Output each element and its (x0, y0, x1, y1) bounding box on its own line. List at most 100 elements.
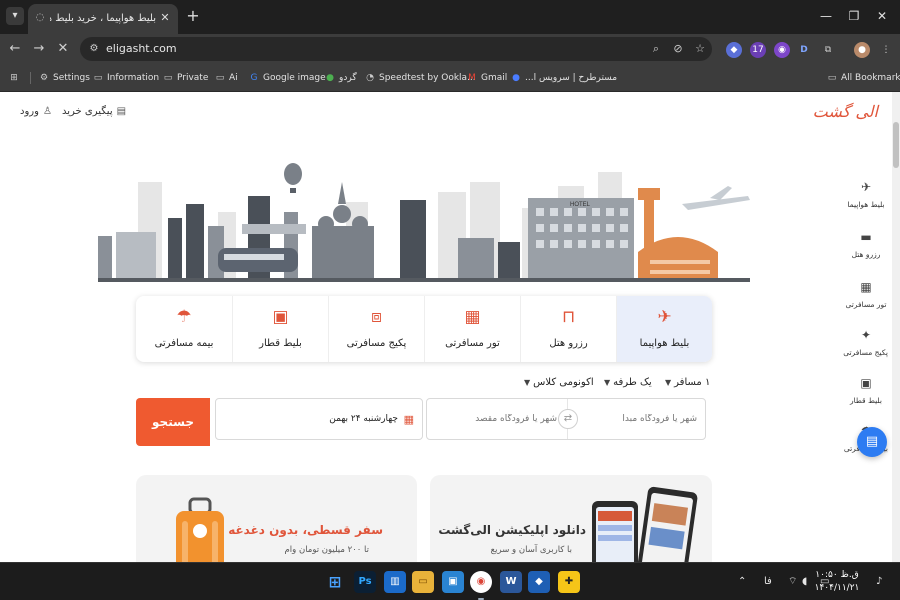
zoom-icon[interactable]: ⌕ (648, 41, 664, 57)
tab-insurance[interactable]: ☂ بیمه مسافرتی (136, 296, 232, 362)
site-info-icon[interactable]: ⚙ (86, 41, 102, 57)
sidenav-flight[interactable]: ✈ بلیط هواپیما (844, 180, 888, 209)
purple-extension-icon[interactable]: ◉ (774, 42, 790, 58)
yellow-app-icon[interactable]: ✚ (558, 571, 580, 593)
destination-input[interactable] (431, 414, 557, 424)
service-tabs: ✈ بلیط هواپیما ⊓ رزرو هتل ▦ تور مسافرتی … (136, 296, 712, 362)
scrollbar-thumb[interactable] (893, 122, 899, 168)
google-icon: G (250, 73, 258, 83)
origin-input[interactable] (571, 414, 697, 424)
wifi-icon[interactable]: ⌔ (788, 575, 797, 589)
tab-tour[interactable]: ▦ تور مسافرتی (424, 296, 520, 362)
installment-promo-subtitle: تا ۲۰۰ میلیون تومان وام (284, 545, 369, 555)
tab-close-icon[interactable]: ✕ (158, 11, 172, 25)
support-chat-button[interactable]: ▤ (857, 427, 887, 457)
menu-kebab-icon[interactable]: ⋮ (878, 42, 894, 58)
minimize-button[interactable]: — (812, 6, 840, 26)
chrome-icon[interactable]: ◉ (470, 571, 492, 593)
bookmark-settings[interactable]: ⚙ Settings (38, 71, 90, 85)
sidenav-package[interactable]: ✦ پکیج مسافرتی (843, 328, 888, 357)
trello-icon[interactable]: ▥ (384, 571, 406, 593)
bookmark-private[interactable]: ▭ Private (162, 71, 209, 85)
train-icon: ▣ (860, 376, 872, 390)
d-extension-icon[interactable]: D (796, 42, 812, 58)
tab-hotel[interactable]: ⊓ رزرو هتل (520, 296, 616, 362)
cabin-class-dropdown[interactable]: اکونومی کلاس▼ (524, 377, 594, 388)
start-windows-icon[interactable]: ⊞ (324, 571, 346, 593)
package-icon: ✦ (860, 328, 872, 342)
shield-extension-icon[interactable]: ◆ (726, 42, 742, 58)
app-promo-subtitle: با کاربری آسان و سریع (490, 545, 572, 555)
train-icon: ▣ (272, 307, 289, 327)
bookmark-mastertarh[interactable]: ● ...مسترطرح | سرویس ا (510, 71, 617, 85)
swap-route-icon[interactable]: ⇄ (558, 409, 578, 429)
bookmark-gmail[interactable]: M Gmail (466, 71, 507, 85)
sidenav-tour[interactable]: ▦ تور مسافرتی (844, 280, 888, 309)
back-arrow-icon[interactable]: ← (6, 40, 24, 58)
profile-avatar[interactable]: ● (854, 42, 870, 58)
bookmark-star-icon[interactable]: ☆ (692, 41, 708, 57)
puzzle-extensions-icon[interactable]: ⧉ (820, 42, 836, 58)
bookmark-google-image[interactable]: G Google image (248, 71, 326, 85)
bookmark-information[interactable]: ▭ Information (92, 71, 159, 85)
page-scrollbar[interactable] (892, 92, 900, 562)
departure-date-field[interactable]: ▦ چهارشنبه ۲۴ بهمن (215, 398, 423, 440)
tab-package[interactable]: ⧈ پکیج مسافرتی (328, 296, 424, 362)
volume-icon[interactable]: ◖ (802, 575, 807, 589)
tab-search-button[interactable]: ▾ (6, 7, 24, 25)
eye-off-icon[interactable]: ⊘ (670, 41, 686, 57)
app-download-promo[interactable]: دانلود اپلیکیشن الی‌گشت با کاربری آسان و… (430, 475, 712, 562)
calendar-icon: ▦ (403, 413, 414, 426)
restore-button[interactable]: ❐ (840, 6, 868, 26)
clock-time: ۱۰:۵۰ ق.ظ (815, 570, 859, 580)
trip-type-dropdown[interactable]: یک طرفه▼ (604, 377, 652, 388)
word-icon[interactable]: W (500, 571, 522, 593)
system-clock[interactable]: ۱۰:۵۰ ق.ظ ۱۴۰۴/۱۱/۲۱ (812, 569, 862, 595)
close-window-button[interactable]: ✕ (868, 6, 896, 26)
tab-train[interactable]: ▣ بلیط قطار (232, 296, 328, 362)
hotel-sign: HOTEL (570, 202, 591, 208)
package-icon: ⧈ (371, 307, 382, 327)
gmail-icon: M (468, 73, 476, 83)
bookmark-gerdoo[interactable]: ● گردو (324, 71, 357, 85)
url-text[interactable]: eligasht.com (106, 42, 177, 55)
new-tab-button[interactable]: + (184, 7, 202, 25)
suitcase-illustration (176, 497, 224, 562)
track-purchase-link[interactable]: ▤پیگیری خرید (62, 106, 126, 117)
notification-bell-icon[interactable]: ♪ (876, 575, 882, 589)
defender-shield-icon[interactable]: ◆ (528, 571, 550, 593)
bookmark-ai[interactable]: ▭ Ai (214, 71, 238, 85)
app-promo-title: دانلود اپلیکیشن الی‌گشت (438, 523, 586, 537)
caret-down-icon: ▼ (604, 378, 611, 387)
passengers-dropdown[interactable]: ۱ مسافر▼ (665, 377, 710, 388)
photoshop-icon[interactable]: Ps (354, 571, 376, 593)
tray-overflow-icon[interactable]: ⌃ (738, 575, 746, 589)
sidenav-hotel[interactable]: ▬ رزرو هتل (844, 230, 888, 259)
forward-arrow-icon[interactable]: → (30, 40, 48, 58)
search-button[interactable]: جستجو (136, 398, 210, 446)
bookmark-speedtest[interactable]: ◔ Speedtest by Ookla... (364, 71, 476, 85)
gerdoo-icon: ● (326, 73, 334, 83)
input-language[interactable]: فا (764, 575, 772, 589)
sidenav-train[interactable]: ▣ بلیط قطار (844, 376, 888, 405)
city-skyline-banner: HOTEL (98, 163, 750, 282)
extension-badge-icon[interactable]: 17 (750, 42, 766, 58)
site-logo[interactable]: الی گشت (813, 102, 878, 121)
stop-loading-icon[interactable]: ✕ (54, 40, 72, 58)
all-bookmarks[interactable]: ▭ All Bookmarks (826, 71, 900, 85)
browser-toolbar: ← → ✕ ⚙ eligasht.com ⌕ ⊘ ☆ ◆ 17 ◉ D ⧉ ● … (0, 34, 900, 64)
browser-tab-strip: ▾ ◌ بلیط هواپیما ، خرید بلیط هواپیما | ✕… (0, 0, 900, 34)
apps-grid-icon[interactable]: ⊞ (8, 71, 23, 85)
control-panel-icon[interactable]: ▣ (442, 571, 464, 593)
gear-icon: ⚙ (39, 73, 49, 83)
login-link[interactable]: ♙ورود (20, 106, 52, 117)
address-bar[interactable]: ⚙ eligasht.com ⌕ ⊘ ☆ (80, 37, 712, 61)
tab-title: بلیط هواپیما ، خرید بلیط هواپیما | (50, 13, 156, 24)
site-icon: ● (512, 73, 520, 83)
clock-date: ۱۴۰۴/۱۱/۲۱ (814, 583, 860, 593)
app-phones-illustration (592, 486, 698, 562)
browser-tab[interactable]: ◌ بلیط هواپیما ، خرید بلیط هواپیما | ✕ (28, 4, 178, 34)
file-explorer-icon[interactable]: ▭ (412, 571, 434, 593)
installment-promo[interactable]: سفر قسطی، بدون دغدغه تا ۲۰۰ میلیون تومان… (136, 475, 417, 562)
tab-flight[interactable]: ✈ بلیط هواپیما (616, 296, 712, 362)
